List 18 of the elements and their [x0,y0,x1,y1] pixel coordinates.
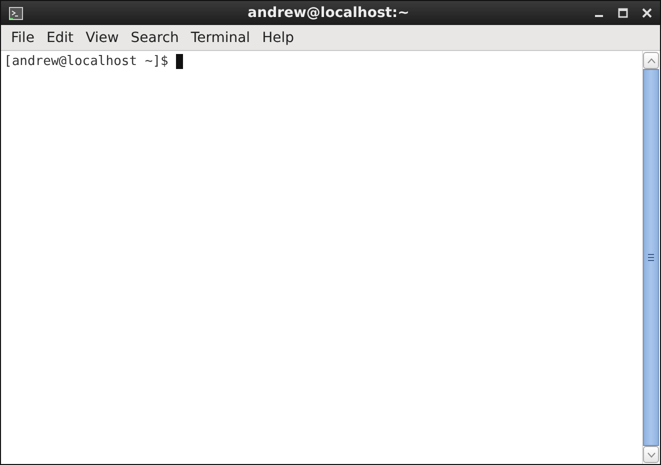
terminal-icon [9,6,23,20]
text-cursor [176,54,184,69]
grip-icon [648,254,654,261]
maximize-icon[interactable] [618,8,628,18]
menu-item[interactable]: Terminal [184,30,256,46]
menu-item[interactable]: Help [256,30,300,46]
prompt-text: [andrew@localhost ~]$ [4,54,170,69]
menu-item[interactable]: Search [124,30,185,46]
scroll-up-button[interactable] [643,52,659,69]
menu-item[interactable]: Edit [40,30,80,46]
menu-item[interactable]: File [5,30,40,46]
scroll-down-button[interactable] [643,446,659,463]
chevron-down-icon [646,452,656,458]
scrollbar-thumb[interactable] [643,69,659,446]
close-icon[interactable] [642,8,652,18]
window-title: andrew@localhost:~ [246,5,410,21]
menu-item[interactable]: View [80,30,125,46]
chevron-up-icon [646,58,656,64]
